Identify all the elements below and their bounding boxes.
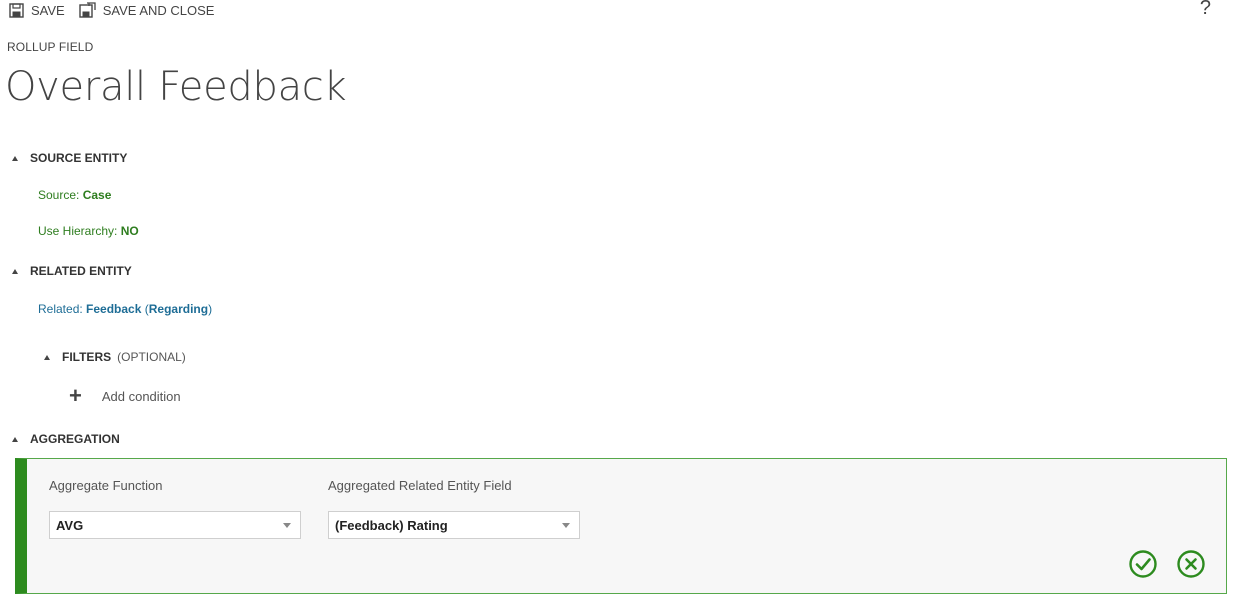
filters-section-toggle[interactable]: FILTERS (OPTIONAL): [44, 350, 186, 364]
related-value[interactable]: Feedback: [86, 302, 141, 316]
chevron-down-icon: [283, 523, 291, 528]
relationship-value[interactable]: Regarding: [149, 302, 208, 316]
related-label: Related:: [38, 302, 83, 316]
aggregate-function-select[interactable]: AVG: [49, 511, 301, 539]
collapse-triangle-icon: [12, 268, 18, 274]
collapse-triangle-icon: [12, 436, 18, 442]
aggregation-heading: AGGREGATION: [30, 432, 120, 446]
collapse-triangle-icon: [12, 155, 18, 161]
plus-icon: +: [69, 383, 82, 408]
source-entity-heading: SOURCE ENTITY: [30, 151, 128, 165]
collapse-triangle-icon: [44, 354, 50, 360]
save-and-close-button[interactable]: SAVE AND CLOSE: [79, 2, 215, 18]
add-condition-label: Add condition: [101, 388, 181, 404]
use-hierarchy-row: Use Hierarchy: NO: [38, 224, 139, 238]
save-and-close-label: SAVE AND CLOSE: [102, 2, 215, 18]
save-and-close-icon: [79, 2, 96, 18]
add-condition-button[interactable]: + Add condition: [69, 383, 181, 408]
page-title: Overall Feedback: [5, 64, 347, 110]
source-row: Source: Case: [38, 188, 111, 202]
aggregated-field-select[interactable]: (Feedback) Rating: [328, 511, 580, 539]
aggregated-field-label: Aggregated Related Entity Field: [328, 478, 512, 493]
help-button[interactable]: ?: [1200, 0, 1211, 20]
save-label: SAVE: [31, 2, 65, 18]
related-entity-section-toggle[interactable]: RELATED ENTITY: [12, 264, 132, 278]
source-entity-section-toggle[interactable]: SOURCE ENTITY: [12, 151, 127, 165]
command-bar: SAVE SAVE AND CLOSE: [9, 0, 228, 20]
aggregation-section-toggle[interactable]: AGGREGATION: [12, 432, 120, 446]
source-label: Source:: [38, 188, 80, 202]
aggregate-function-value: AVG: [56, 518, 84, 533]
related-entity-heading: RELATED ENTITY: [30, 264, 132, 278]
aggregate-function-label: Aggregate Function: [49, 478, 163, 493]
cancel-x-icon[interactable]: [1176, 549, 1206, 579]
use-hierarchy-value[interactable]: NO: [121, 224, 139, 238]
save-button[interactable]: SAVE: [9, 3, 65, 18]
filters-optional-label: (OPTIONAL): [117, 350, 186, 364]
aggregated-field-value: (Feedback) Rating: [335, 518, 448, 533]
entity-type-label: ROLLUP FIELD: [7, 40, 94, 54]
rollup-field-editor: SAVE SAVE AND CLOSE ? ROLLUP FIELD Overa…: [0, 0, 1249, 615]
chevron-down-icon: [562, 523, 570, 528]
relationship-close-paren: ): [208, 302, 213, 316]
source-value[interactable]: Case: [83, 188, 112, 202]
confirm-check-icon[interactable]: [1128, 549, 1158, 579]
aggregation-panel: Aggregate Function Aggregated Related En…: [15, 458, 1227, 594]
save-icon: [9, 2, 24, 18]
filters-heading: FILTERS: [62, 350, 112, 364]
use-hierarchy-label: Use Hierarchy:: [38, 224, 118, 238]
related-row: Related: Feedback (Regarding): [38, 302, 212, 316]
